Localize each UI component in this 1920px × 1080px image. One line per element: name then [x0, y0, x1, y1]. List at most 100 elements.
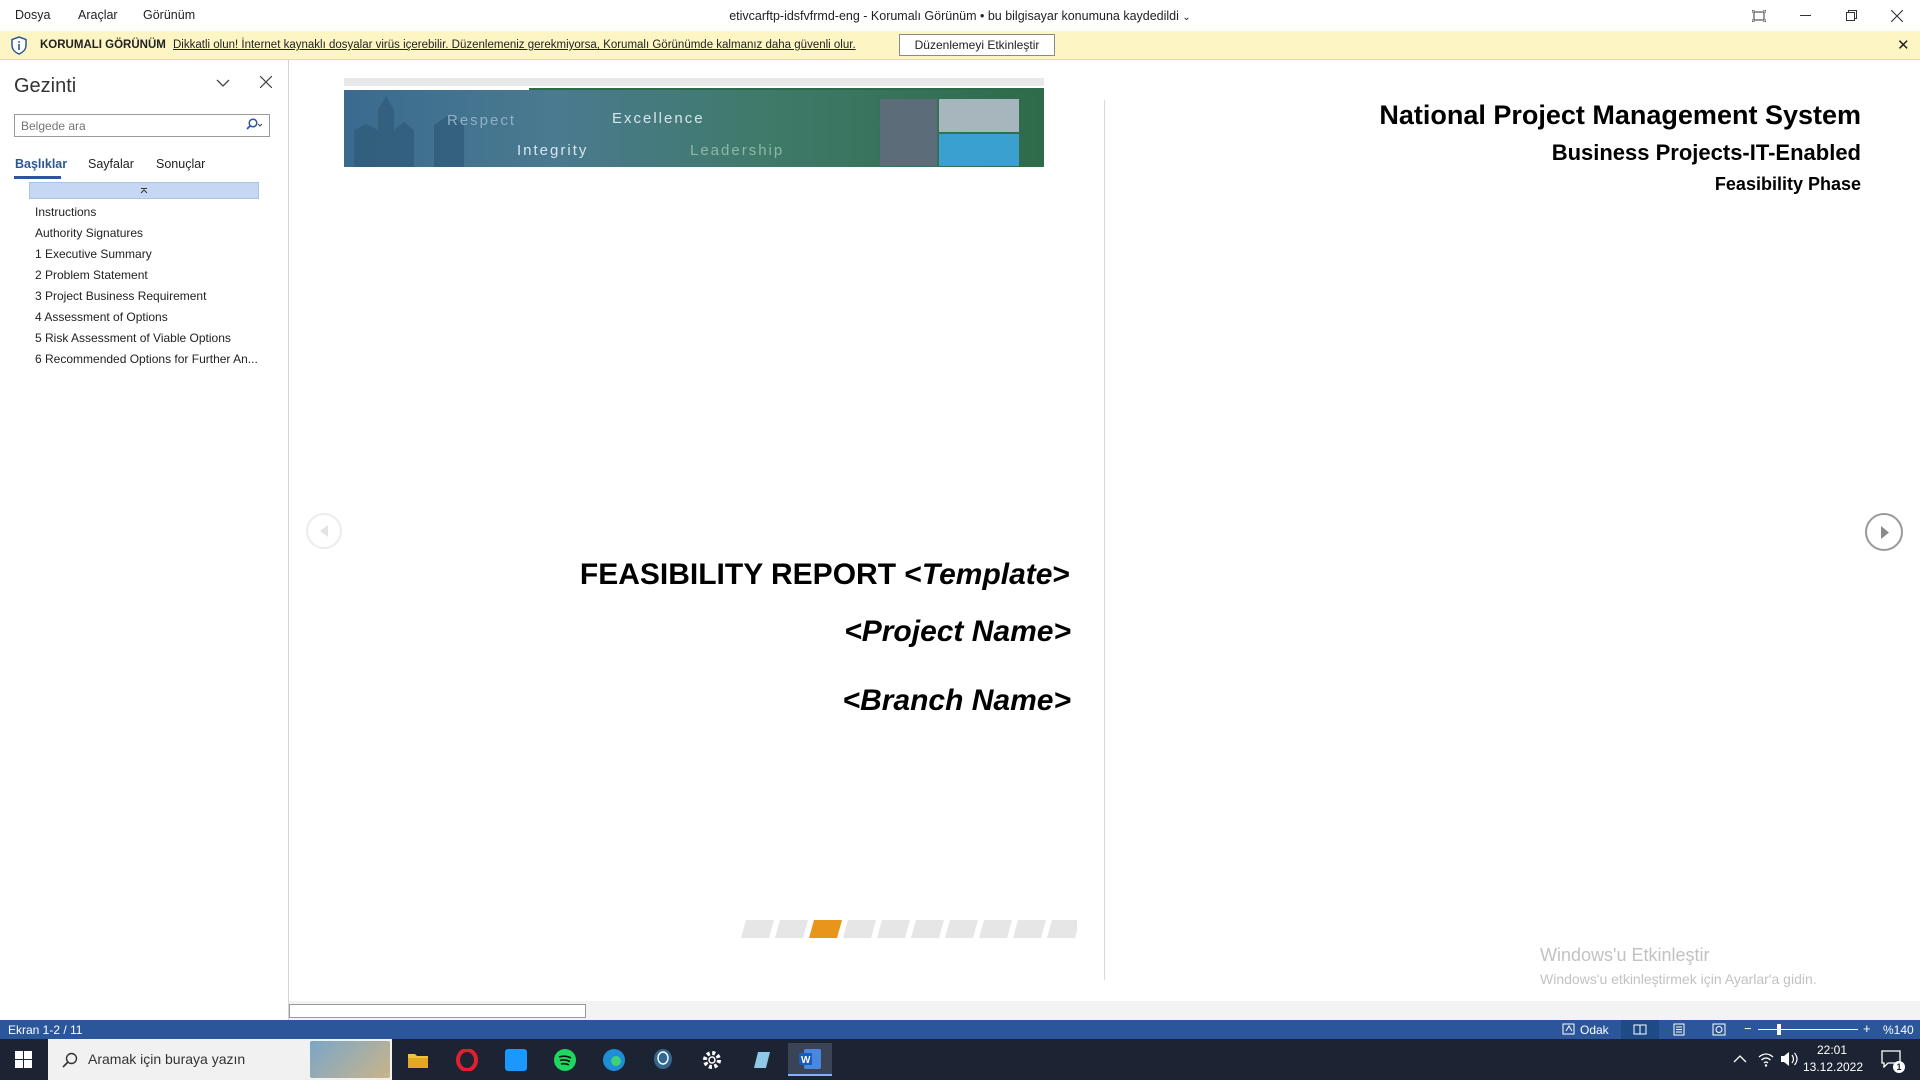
close-window-icon[interactable]	[1874, 0, 1920, 31]
web-layout-icon[interactable]	[1712, 1023, 1726, 1039]
read-mode-icon[interactable]	[1621, 1020, 1659, 1039]
restore-icon[interactable]	[1828, 0, 1874, 31]
scrollbar-thumb[interactable]	[289, 1004, 586, 1018]
heading-item[interactable]: Instructions	[35, 205, 96, 219]
search-icon	[62, 1052, 78, 1068]
next-page-button[interactable]	[1865, 513, 1903, 551]
banner-word: Integrity	[517, 142, 589, 159]
search-icon[interactable]	[244, 118, 264, 137]
heading-item[interactable]: 3 Project Business Requirement	[35, 289, 206, 303]
page-divider	[1104, 100, 1105, 980]
tab-pages[interactable]: Sayfalar	[88, 157, 134, 171]
zoom-slider-thumb[interactable]	[1777, 1024, 1781, 1035]
zoom-slider[interactable]	[1758, 1029, 1858, 1030]
postgresql-icon[interactable]	[641, 1043, 685, 1076]
banner-photo	[939, 99, 1019, 132]
collapse-up-icon	[140, 187, 148, 193]
fullscreen-icon[interactable]	[1736, 0, 1782, 31]
tab-active-indicator	[14, 176, 61, 179]
clock-date[interactable]: 13.12.2022	[1800, 1060, 1866, 1074]
progress-segment	[1013, 920, 1046, 938]
activation-watermark-title: Windows'u Etkinleştir	[1540, 945, 1710, 965]
volume-icon[interactable]	[1780, 1051, 1798, 1072]
heading-item[interactable]: 2 Problem Statement	[35, 268, 148, 282]
phase-title: Feasibility Phase	[1714, 174, 1861, 194]
heading-item[interactable]: 1 Executive Summary	[35, 247, 152, 261]
heading-item[interactable]: 5 Risk Assessment of Viable Options	[35, 331, 231, 345]
zoom-out-icon[interactable]: −	[1744, 1021, 1752, 1036]
banner-image: Respect Excellence Integrity Leadership	[344, 90, 1044, 167]
heading-item[interactable]: 4 Assessment of Options	[35, 310, 168, 324]
project-name: <Project Name>	[844, 615, 1071, 648]
prime-video-icon[interactable]	[494, 1043, 538, 1076]
protected-view-label: KORUMALI GÖRÜNÜM	[40, 39, 166, 51]
edge-icon[interactable]	[592, 1043, 636, 1076]
document-title-text: etivcarftp-idsfvfrmd-eng - Korumalı Görü…	[729, 9, 1179, 23]
phase-progress	[741, 920, 1077, 938]
arrow-right-icon	[1880, 525, 1889, 539]
previous-page-button[interactable]	[306, 513, 342, 549]
spotify-icon[interactable]	[543, 1043, 587, 1076]
progress-segment	[741, 920, 774, 938]
heading-item[interactable]: 6 Recommended Options for Further An...	[35, 352, 258, 366]
protected-view-message[interactable]: Dikkatli olun! İnternet kaynaklı dosyala…	[173, 39, 856, 51]
document-area: Respect Excellence Integrity Leadership …	[289, 60, 1920, 1020]
word-icon[interactable]: W	[788, 1043, 832, 1076]
focus-icon[interactable]	[1562, 1023, 1576, 1039]
taskbar-search-placeholder: Aramak için buraya yazın	[88, 1051, 246, 1067]
notification-badge: 1	[1893, 1061, 1905, 1073]
report-title: FEASIBILITY REPORT <Template>	[489, 558, 1070, 592]
status-bar: Ekran 1-2 / 11 Odak − + %140	[0, 1020, 1920, 1039]
zoom-in-icon[interactable]: +	[1863, 1021, 1871, 1036]
file-explorer-icon[interactable]	[396, 1043, 440, 1076]
tab-headings[interactable]: Başlıklar	[15, 157, 67, 171]
search-highlight-image	[310, 1041, 390, 1078]
system-subtitle: Business Projects-IT-Enabled	[1551, 140, 1861, 165]
collapse-all-row[interactable]	[29, 182, 259, 199]
progress-segment	[979, 920, 1012, 938]
close-icon[interactable]	[259, 75, 273, 93]
progress-segment	[877, 920, 910, 938]
minimize-icon[interactable]	[1782, 0, 1828, 31]
report-title-end: >	[1052, 558, 1070, 591]
enable-editing-button[interactable]: Düzenlemeyi Etkinleştir	[899, 34, 1055, 56]
report-title-text: FEASIBILITY REPORT <	[579, 558, 922, 591]
banner-photo	[880, 99, 937, 166]
banner-word: Excellence	[612, 110, 705, 127]
close-bar-icon[interactable]: ✕	[1897, 36, 1910, 54]
chevron-down-icon[interactable]	[216, 75, 230, 93]
report-title-italic: Template	[921, 558, 1053, 591]
horizontal-scrollbar[interactable]	[289, 1001, 1920, 1020]
zoom-level[interactable]: %140	[1883, 1023, 1914, 1037]
heading-item[interactable]: Authority Signatures	[35, 226, 143, 240]
progress-segment	[843, 920, 876, 938]
print-layout-icon[interactable]	[1673, 1023, 1685, 1039]
progress-segment-active	[809, 920, 842, 938]
progress-segment	[945, 920, 978, 938]
progress-segment	[1047, 920, 1077, 938]
shield-info-icon	[10, 36, 28, 58]
notes-app-icon[interactable]	[739, 1043, 783, 1076]
tab-results[interactable]: Sonuçlar	[156, 157, 205, 171]
banner-word: Respect	[447, 112, 517, 129]
chevron-down-icon[interactable]: ⌄	[1182, 12, 1190, 23]
branch-name: <Branch Name>	[842, 684, 1071, 717]
clock-time[interactable]: 22:01	[1806, 1043, 1858, 1057]
nav-pane-title: Gezinti	[14, 75, 77, 97]
network-icon[interactable]	[1757, 1051, 1775, 1072]
chevron-up-icon[interactable]	[1733, 1051, 1747, 1069]
progress-segment	[911, 920, 944, 938]
settings-gear-icon[interactable]	[690, 1043, 734, 1076]
windows-start-icon[interactable]	[0, 1043, 46, 1076]
navigation-pane: Gezinti Başlıklar Sayfalar Sonuçlar Inst…	[0, 60, 289, 1020]
taskbar-search-box[interactable]: Aramak için buraya yazın	[48, 1039, 392, 1080]
focus-button[interactable]: Odak	[1580, 1023, 1609, 1037]
opera-icon[interactable]	[445, 1043, 489, 1076]
search-input[interactable]	[14, 114, 270, 137]
banner-top-strip	[344, 78, 1044, 86]
svg-text:W: W	[801, 1055, 811, 1066]
screen-indicator: Ekran 1-2 / 11	[8, 1023, 83, 1037]
progress-segment	[775, 920, 808, 938]
taskbar: Aramak için buraya yazın W 22:01 13.12.2…	[0, 1039, 1920, 1080]
document-title: etivcarftp-idsfvfrmd-eng - Korumalı Görü…	[0, 9, 1920, 23]
